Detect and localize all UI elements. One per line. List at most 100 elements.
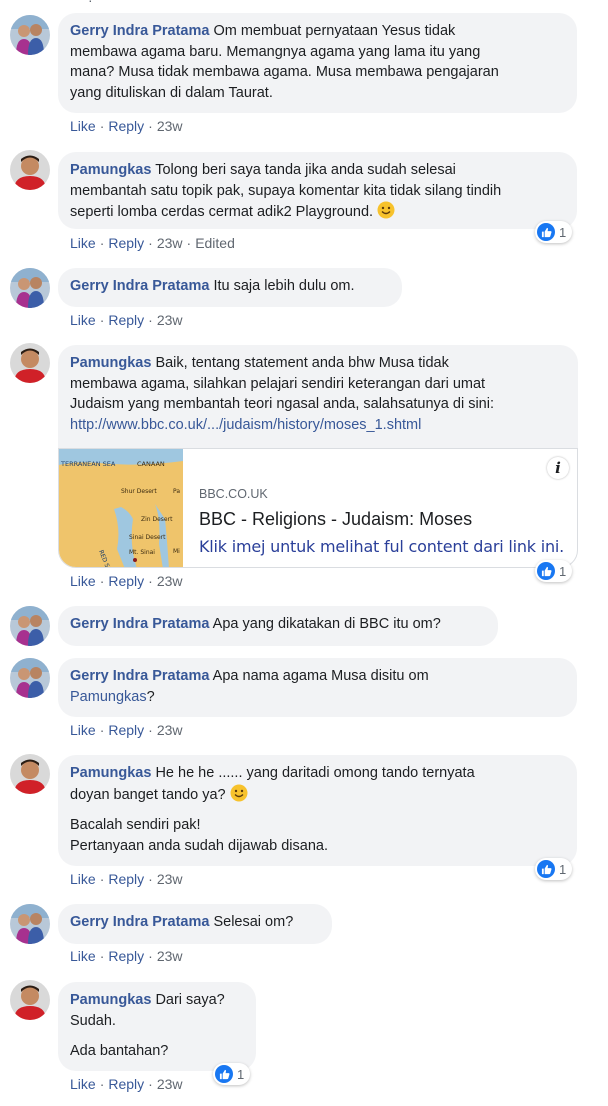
- avatar[interactable]: [10, 343, 50, 383]
- avatar[interactable]: [10, 904, 50, 944]
- reply-button[interactable]: Reply: [108, 722, 144, 738]
- link-preview-card[interactable]: TERRANEAN SEA CANAAN Shur Desert Zin Des…: [58, 448, 578, 568]
- comment-text: Bacalah sendiri pak!: [70, 817, 201, 833]
- comment-author[interactable]: Pamungkas: [70, 355, 151, 371]
- reply-button[interactable]: Reply: [108, 235, 144, 251]
- like-button[interactable]: Like: [70, 871, 96, 887]
- avatar[interactable]: [10, 150, 50, 190]
- like-button[interactable]: Like: [70, 1076, 96, 1092]
- edited-label[interactable]: Edited: [195, 235, 235, 251]
- comment-text: Baik, tentang statement anda bhw Musa ti…: [155, 355, 449, 371]
- thumbs-up-icon: [537, 223, 555, 241]
- comment-actions: Like · Reply · 23w: [70, 948, 183, 964]
- comment-author[interactable]: Gerry Indra Pratama: [70, 914, 209, 930]
- comment-bubble: Pamungkas Baik, tentang statement anda b…: [58, 345, 578, 449]
- like-button[interactable]: Like: [70, 312, 96, 328]
- comment-author[interactable]: Gerry Indra Pratama: [70, 278, 209, 294]
- reply-button[interactable]: Reply: [108, 1076, 144, 1092]
- reaction-count[interactable]: 1: [535, 560, 573, 582]
- comment-actions: Like · Reply · 23w: [70, 312, 183, 328]
- smile-emoji-icon: [230, 784, 248, 802]
- comment-actions: Like · Reply · 23w: [70, 1076, 183, 1092]
- comment-text: membawa agama, silahkan pelajari sendiri…: [70, 375, 486, 392]
- comment-text: Sudah.: [70, 1012, 116, 1029]
- like-button[interactable]: Like: [70, 118, 96, 134]
- reaction-count[interactable]: 1: [213, 1063, 251, 1085]
- comment-text: Ada bantahan?: [70, 1043, 169, 1059]
- comment-link[interactable]: http://www.bbc.co.uk/.../judaism/history…: [70, 417, 421, 433]
- map-label: Mt. Sinai: [129, 549, 155, 556]
- like-button[interactable]: Like: [70, 573, 96, 589]
- link-preview-map-image: TERRANEAN SEA CANAAN Shur Desert Zin Des…: [59, 449, 183, 567]
- comment-text: seperti lomba cerdas cermat adik2 Playgr…: [70, 204, 374, 220]
- reply-button[interactable]: Reply: [108, 871, 144, 887]
- comment-bubble: Gerry Indra Pratama Apa nama agama Musa …: [58, 658, 577, 717]
- avatar[interactable]: [10, 980, 50, 1020]
- comment-actions: Like · Reply · 23w: [70, 118, 183, 134]
- comment-text: Dari saya?: [155, 992, 225, 1008]
- comment-actions: Like · Reply · 23w · Edited: [70, 235, 235, 251]
- link-preview-title[interactable]: BBC - Religions - Judaism: Moses: [199, 509, 472, 530]
- map-label: TERRANEAN SEA: [60, 460, 116, 468]
- comment-text: Apa nama agama Musa disitu om: [212, 668, 429, 684]
- comment-actions: Like · Reply · 23w: [70, 722, 183, 738]
- reply-button[interactable]: Reply: [108, 948, 144, 964]
- comment-text: Apa yang dikatakan di BBC itu om?: [212, 616, 441, 632]
- map-label: Sinai Desert: [129, 534, 166, 541]
- avatar[interactable]: [10, 268, 50, 308]
- timestamp[interactable]: 23w: [157, 948, 183, 964]
- timestamp[interactable]: 23w: [157, 235, 183, 251]
- comment-bubble: Gerry Indra Pratama Selesai om?: [58, 904, 332, 944]
- reaction-count[interactable]: 1: [535, 858, 573, 880]
- like-button[interactable]: Like: [70, 948, 96, 964]
- comment-bubble: Pamungkas Tolong beri saya tanda jika an…: [58, 152, 577, 229]
- link-preview-description: Klik imej untuk melihat ful content dari…: [199, 537, 565, 556]
- comment-text: Selesai om?: [213, 914, 294, 930]
- comment-actions: Like · Reply · 23w: [70, 871, 183, 887]
- thumbs-up-icon: [215, 1065, 233, 1083]
- comment-author[interactable]: Gerry Indra Pratama: [70, 23, 209, 39]
- reply-button[interactable]: Reply: [108, 573, 144, 589]
- comment-author[interactable]: Gerry Indra Pratama: [70, 616, 209, 632]
- smile-emoji-icon: [377, 201, 395, 219]
- map-label: Mi: [173, 548, 180, 555]
- comment-text: Itu saja lebih dulu om.: [213, 278, 355, 294]
- map-label: Zin Desert: [141, 516, 173, 523]
- avatar[interactable]: [10, 754, 50, 794]
- comment-bubble: Gerry Indra Pratama Om membuat pernyataa…: [58, 13, 577, 113]
- map-label: CANAAN: [137, 460, 165, 468]
- link-preview-domain: BBC.CO.UK: [199, 487, 268, 501]
- thumbs-up-icon: [537, 562, 555, 580]
- avatar[interactable]: [10, 606, 50, 646]
- reaction-count[interactable]: 1: [535, 221, 573, 243]
- comment-text: membawa agama baru. Memangnya agama yang…: [70, 43, 481, 60]
- avatar[interactable]: [10, 658, 50, 698]
- comment-bubble: Gerry Indra Pratama Apa yang dikatakan d…: [58, 606, 498, 646]
- comment-text: doyan banget tando ya?: [70, 786, 226, 803]
- comment-author[interactable]: Pamungkas: [70, 162, 151, 178]
- timestamp[interactable]: 23w: [157, 312, 183, 328]
- comment-text: Om membuat pernyataan Yesus tidak: [213, 23, 456, 39]
- like-button[interactable]: Like: [70, 722, 96, 738]
- timestamp[interactable]: 23w: [157, 573, 183, 589]
- comment-bubble: Pamungkas Dari saya? Sudah. Ada bantahan…: [58, 982, 256, 1071]
- timestamp[interactable]: 23w: [157, 1076, 183, 1092]
- cut-off-text: ·: [88, 0, 93, 8]
- comment-text: He he he ...... yang daritadi omong tand…: [155, 765, 475, 781]
- comment-bubble: Pamungkas He he he ...... yang daritadi …: [58, 755, 577, 866]
- reply-button[interactable]: Reply: [108, 312, 144, 328]
- comment-author[interactable]: Gerry Indra Pratama: [70, 668, 209, 684]
- mention-link[interactable]: Pamungkas: [70, 689, 147, 705]
- timestamp[interactable]: 23w: [157, 871, 183, 887]
- info-icon[interactable]: i: [547, 457, 569, 479]
- like-button[interactable]: Like: [70, 235, 96, 251]
- comment-author[interactable]: Pamungkas: [70, 992, 151, 1008]
- timestamp[interactable]: 23w: [157, 722, 183, 738]
- avatar[interactable]: [10, 15, 50, 55]
- map-label: Pa: [173, 488, 180, 495]
- timestamp[interactable]: 23w: [157, 118, 183, 134]
- comment-text: yang dituliskan di dalam Taurat.: [70, 84, 273, 101]
- comment-text: Tolong beri saya tanda jika anda sudah s…: [155, 162, 456, 178]
- comment-author[interactable]: Pamungkas: [70, 765, 151, 781]
- reply-button[interactable]: Reply: [108, 118, 144, 134]
